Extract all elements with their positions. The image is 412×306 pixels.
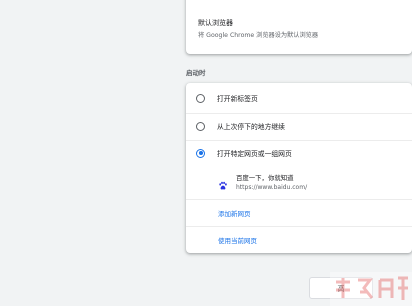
dialog-button[interactable]: 高: [309, 277, 373, 299]
startup-page-url: https://www.baidu.com/: [236, 184, 308, 191]
startup-option-specific-pages[interactable]: 打开特定网页或一组网页: [186, 140, 412, 166]
startup-page-title: 百度一下，你就知道: [236, 174, 294, 182]
startup-option-continue[interactable]: 从上次停下的地方继续: [186, 113, 412, 139]
radio-button-specific-pages[interactable]: [196, 148, 205, 158]
radio-button-new-tab[interactable]: [196, 93, 205, 103]
default-browser-subtitle: 将 Google Chrome 浏览器设为默认浏览器: [198, 32, 319, 39]
startup-option-new-tab[interactable]: 打开新标签页: [186, 85, 412, 111]
startup-card: 打开新标签页 从上次停下的地方继续 打开特定网页或一组网页 百度一下，你就知道 …: [186, 83, 412, 253]
radio-label-specific-pages: 打开特定网页或一组网页: [217, 150, 292, 158]
paw-icon: [218, 176, 228, 190]
add-page-row: 添加新网页: [186, 199, 412, 226]
use-current-pages-row: 使用当前网页: [186, 226, 412, 253]
radio-button-continue[interactable]: [196, 121, 205, 131]
startup-page-entry[interactable]: 百度一下，你就知道 https://www.baidu.com/: [216, 171, 406, 195]
use-current-pages-link[interactable]: 使用当前网页: [218, 235, 257, 245]
radio-label-continue: 从上次停下的地方继续: [217, 123, 285, 131]
radio-label-new-tab: 打开新标签页: [217, 95, 258, 103]
startup-section-heading: 启动时: [186, 69, 206, 77]
add-new-page-link[interactable]: 添加新网页: [218, 208, 251, 218]
default-browser-card: 默认浏览器 将 Google Chrome 浏览器设为默认浏览器: [186, 0, 412, 54]
default-browser-title: 默认浏览器: [198, 19, 233, 27]
